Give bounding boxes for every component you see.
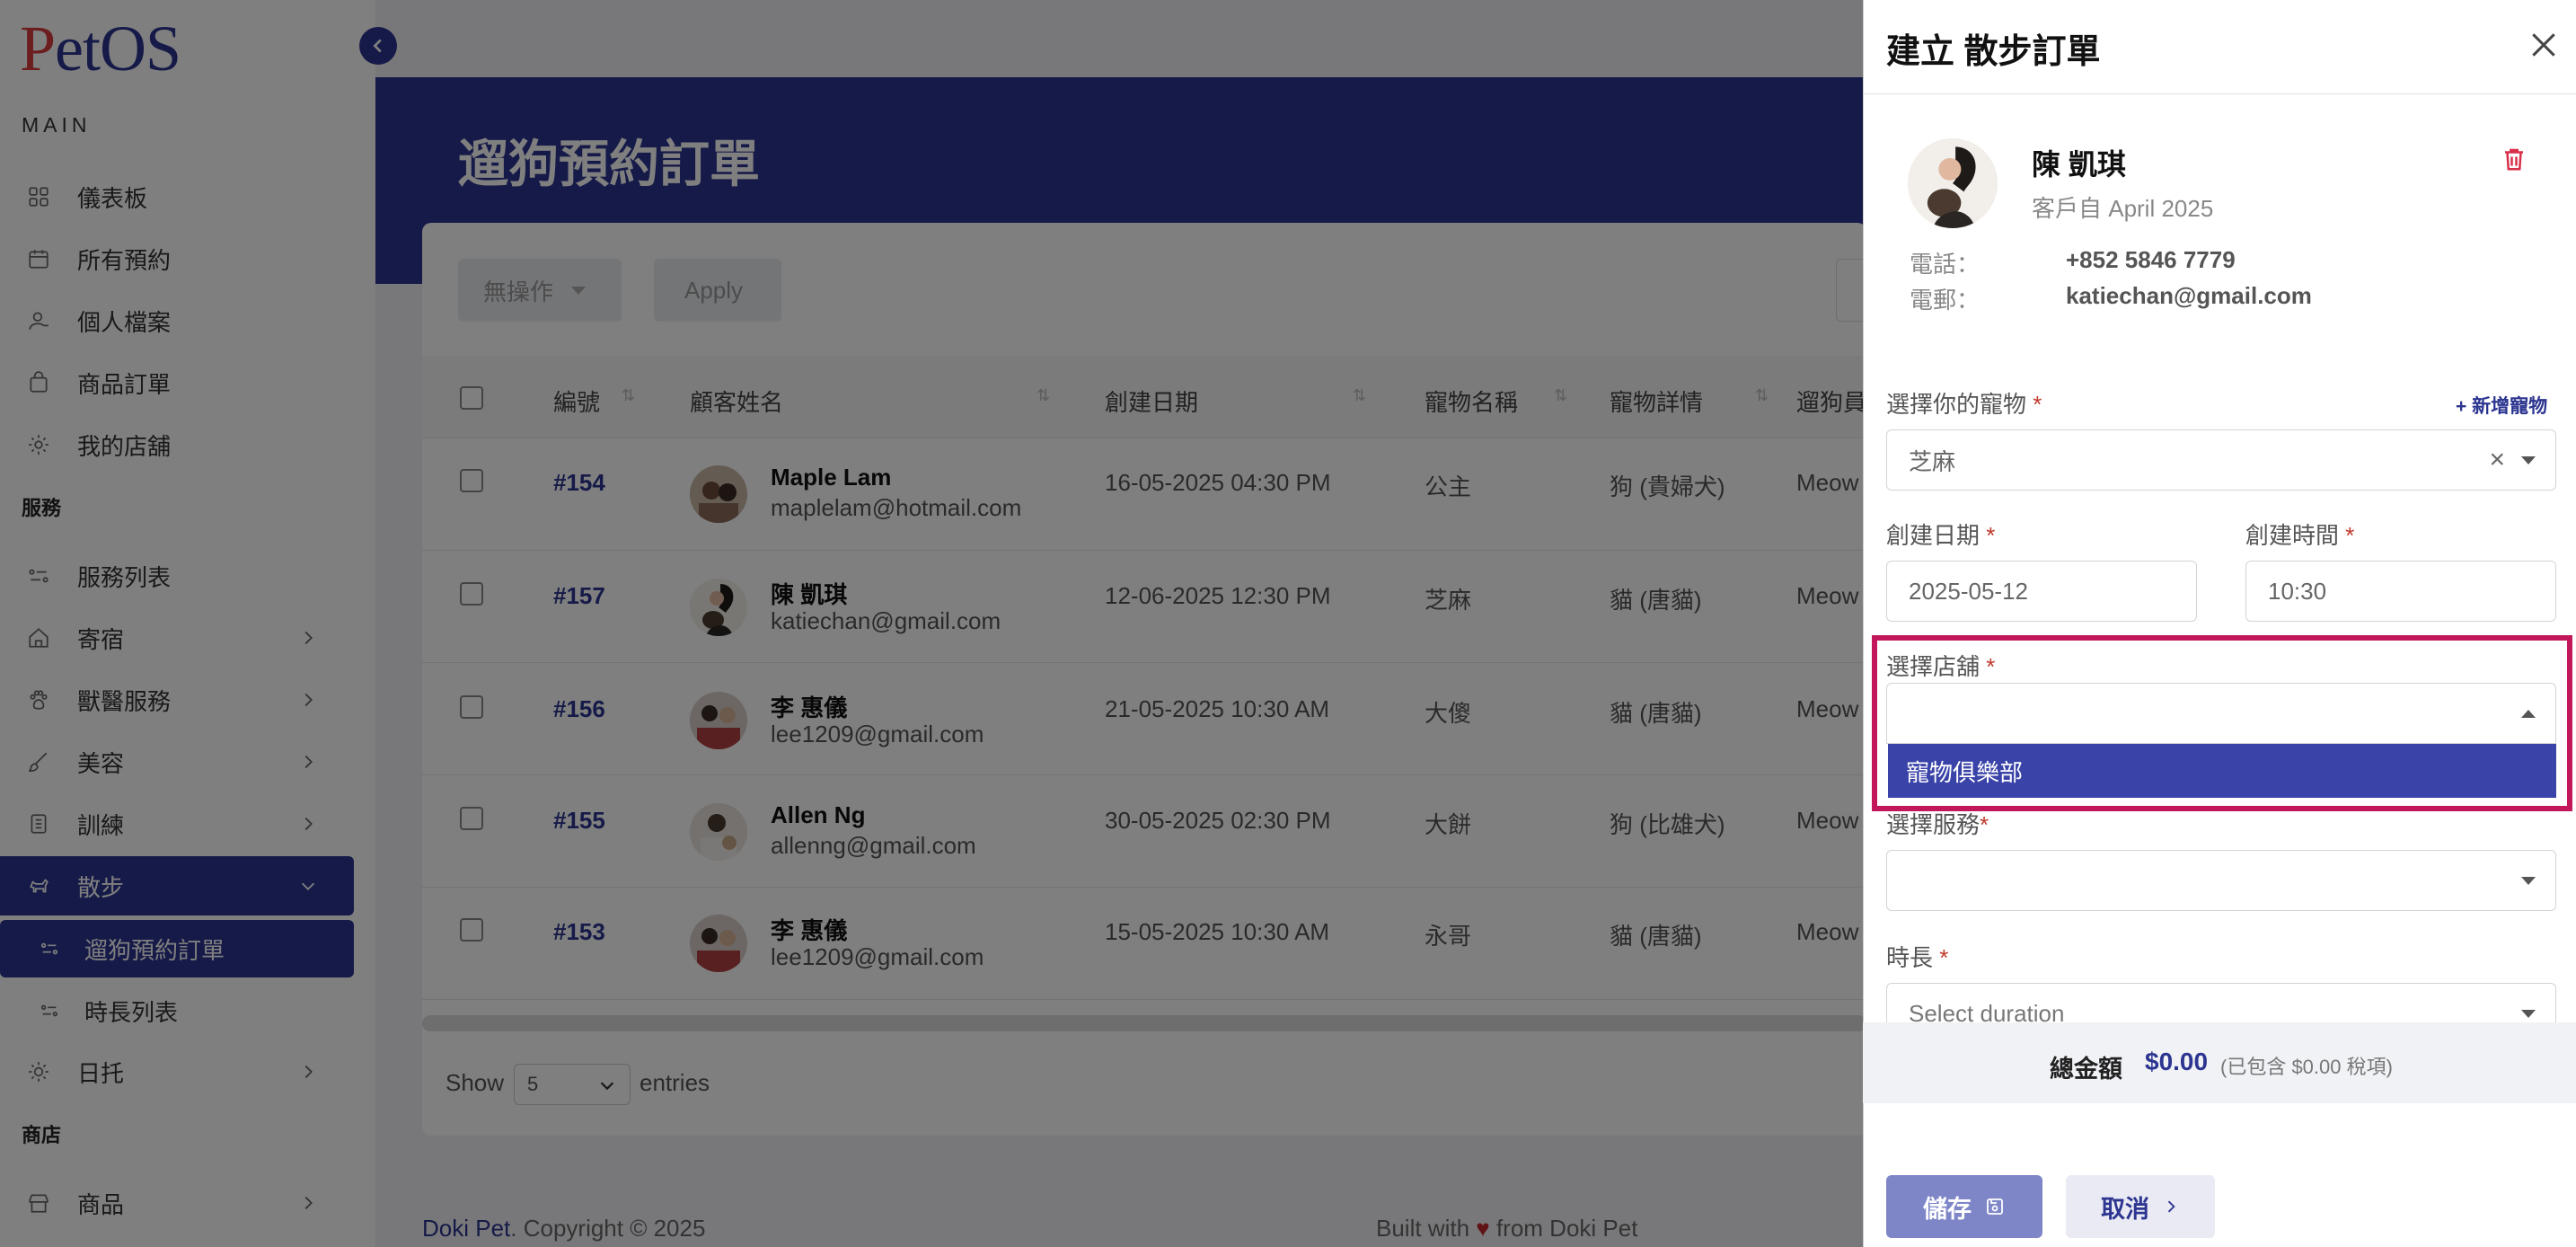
highlight-box [1872, 635, 2572, 811]
modal-backdrop[interactable] [0, 0, 1863, 1247]
save-icon [1987, 1198, 2003, 1215]
label-text: 時長 [1886, 944, 1934, 971]
add-pet-link[interactable]: + 新增寵物 [2456, 392, 2547, 419]
email-value: katiechan@gmail.com [2066, 282, 2312, 309]
total-tax-note: (已包含 $0.00 稅項) [2220, 1056, 2393, 1078]
total-amount: $0.00 [2145, 1048, 2209, 1075]
total-bar [1863, 1022, 2576, 1103]
date-label: 創建日期 * [1886, 517, 1995, 551]
caret-down-icon [2521, 456, 2536, 464]
pet-select-value: 芝麻 [1909, 447, 1956, 475]
drawer-divider [1863, 93, 2576, 94]
required-mark: * [2345, 522, 2355, 549]
pet-select[interactable]: 芝麻 × [1886, 429, 2556, 491]
caret-down-icon [2521, 1010, 2536, 1018]
required-mark: * [1939, 944, 1949, 971]
label-text: 選擇服務 [1886, 811, 1981, 838]
customer-avatar [1908, 138, 1998, 228]
customer-name: 陳 凱琪 [2032, 148, 2126, 181]
duration-label: 時長 * [1886, 940, 1948, 973]
drawer-title: 建立 散步訂單 [1886, 33, 2101, 71]
email-label: 電郵： [1910, 287, 1981, 314]
phone-label: 電話： [1910, 251, 1981, 278]
time-input[interactable]: 10:30 [2245, 561, 2556, 622]
label-text: 選擇你的寵物 [1886, 391, 2027, 418]
cancel-label: 取消 [2101, 1195, 2149, 1223]
label-text: 創建時間 [2245, 522, 2340, 549]
save-label: 儲存 [1923, 1195, 1972, 1223]
save-button[interactable]: 儲存 [1886, 1175, 2042, 1238]
trash-icon[interactable] [2501, 146, 2527, 172]
customer-since: 客戶自 April 2025 [2032, 195, 2214, 222]
clear-icon[interactable]: × [2489, 445, 2505, 475]
close-icon[interactable] [2526, 27, 2562, 63]
service-label: 選擇服務* [1886, 807, 1989, 840]
total-label: 總金額 [2050, 1056, 2122, 1083]
label-text: 創建日期 [1886, 522, 1981, 549]
service-select[interactable] [1886, 850, 2556, 911]
customer-avatar-photo [1908, 138, 1998, 228]
caret-down-icon [2521, 877, 2536, 885]
pet-select-label: 選擇你的寵物 * [1886, 386, 2042, 420]
cancel-button[interactable]: 取消 [2066, 1175, 2215, 1238]
time-label: 創建時間 * [2245, 517, 2354, 551]
chevron-right-icon [2167, 1200, 2175, 1213]
required-mark: * [1980, 811, 1989, 838]
phone-value: +852 5846 7779 [2066, 246, 2236, 273]
required-mark: * [2033, 391, 2042, 418]
date-input[interactable]: 2025-05-12 [1886, 561, 2197, 622]
required-mark: * [1986, 522, 1996, 549]
